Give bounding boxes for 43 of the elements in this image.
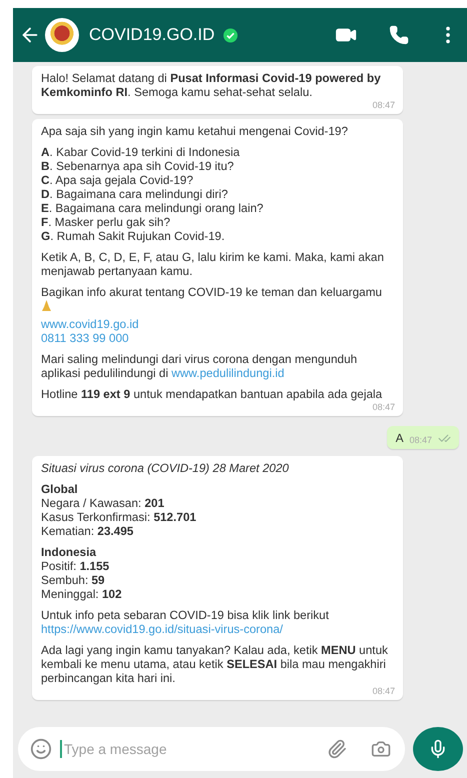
microphone-button[interactable]	[413, 727, 463, 771]
message-text: Kematian: 23.495	[41, 524, 134, 538]
message-text: Negara / Kawasan: 201	[41, 496, 166, 510]
message-text: Bagikan info akurat tentang COVID-19 ke teman dan keluargamu	[41, 285, 383, 299]
contact-name[interactable]: COVID19.GO.ID	[89, 25, 215, 45]
message-link[interactable]: www.covid19.go.id	[41, 317, 395, 331]
message-input-field[interactable]: Type a message	[18, 727, 405, 771]
message-heading: Indonesia	[41, 545, 98, 559]
message-text: Hotline 119 ext 9 untuk mendapatkan bantuan apabila ada gejala	[41, 387, 384, 401]
message-text: Ada lagi yang ingin kamu tanyakan? Kalau ada, ketik MENU untuk kembali ke menu utama, atau ketik SELESAI bila mau mengakhiri perbincangan kita hari ini.	[41, 643, 389, 685]
message-text: Halo! Selamat datang di Pusat Informasi Covid-19 powered by Kemkominfo RI. Semoga kamu sehat-sehat selalu.	[41, 71, 382, 99]
contact-avatar[interactable]	[45, 18, 79, 52]
camera-icon[interactable]	[371, 739, 391, 759]
message-text: Untuk info peta sebaran COVID-19 bisa klik link berikut	[41, 608, 330, 622]
message-text: Situasi virus corona (COVID-19) 28 Maret 2020	[41, 461, 290, 475]
message-link[interactable]: https://www.covid19.go.id/situasi-virus-corona/	[41, 622, 395, 636]
message-text: A	[396, 431, 404, 445]
message-text: D. Bagaimana cara melindungi diri?	[41, 187, 229, 201]
message-text: Ketik A, B, C, D, E, F, atau G, lalu kirim ke kami. Maka, kami akan menjawab pertanyaan kamu.	[41, 250, 385, 278]
message-link[interactable]: www.pedulilindungi.id	[172, 366, 284, 380]
message-time: 08:47	[372, 402, 395, 412]
message-time: 08:47	[372, 686, 395, 696]
phone-icon[interactable]	[389, 25, 409, 45]
message-text-input[interactable]: Type a message	[60, 740, 319, 758]
message-text: F. Masker perlu gak sih?	[41, 215, 172, 229]
message-text: Mari saling melindungi dari virus corona dengan mengunduh aplikasi pedulilindungi di www.pedulilindungi.id	[41, 352, 358, 380]
emoji-icon[interactable]	[30, 738, 52, 760]
message-heading: Global	[41, 482, 79, 496]
double-check-icon	[438, 432, 451, 444]
message-text: Meninggal: 102	[41, 587, 123, 601]
message-time: 08:47	[372, 100, 395, 110]
message-time: 08:47	[409, 435, 432, 445]
message-text: Apa saja sih yang ingin kamu ketahui mengenai Covid-19?	[41, 124, 349, 138]
paperclip-icon[interactable]	[327, 739, 347, 759]
message-text: Kasus Terkonfirmasi: 512.701	[41, 510, 198, 524]
message-text: Sembuh: 59	[41, 573, 106, 587]
message-link[interactable]: 0811 333 99 000	[41, 331, 395, 345]
message-text: C. Apa saja gejala Covid-19?	[41, 173, 194, 187]
message-text: Positif: 1.155	[41, 559, 110, 573]
message-text: G. Rumah Sakit Rujukan Covid-19.	[41, 229, 226, 243]
message-text: E. Bagaimana cara melindungi orang lain?	[41, 201, 264, 215]
message-text: A. Kabar Covid-19 terkini di Indonesia	[41, 145, 241, 159]
message-text: B. Sebenarnya apa sih Covid-19 itu?	[41, 159, 235, 173]
